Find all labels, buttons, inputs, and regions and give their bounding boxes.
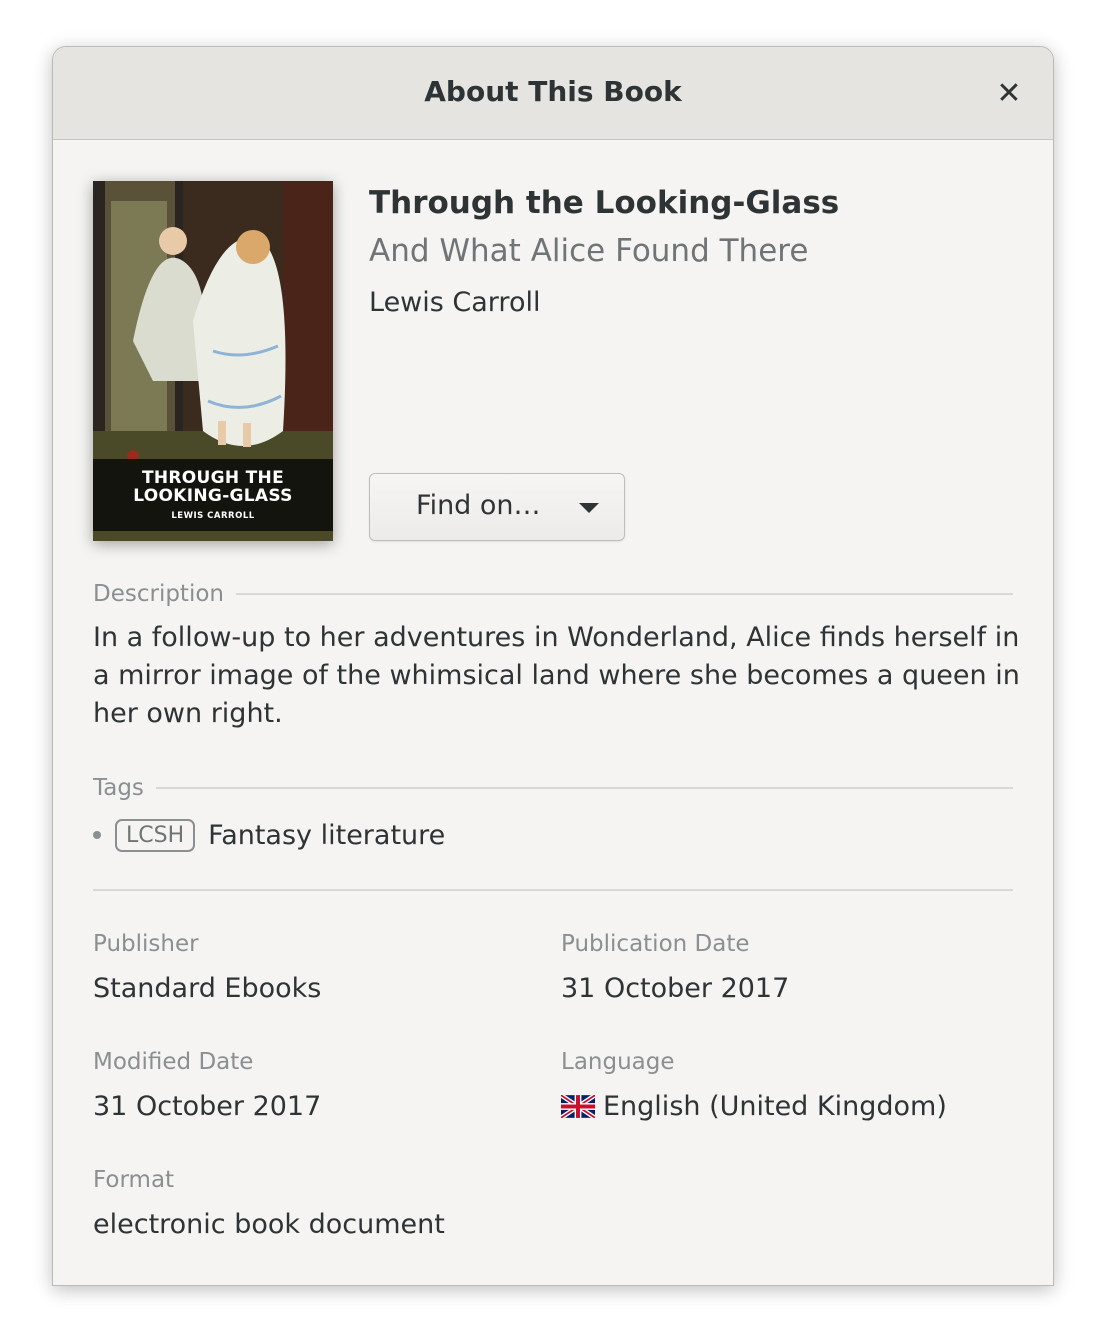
- format-value: electronic book document: [93, 1209, 445, 1240]
- close-icon: ✕: [996, 75, 1022, 111]
- modified-date-value: 31 October 2017: [93, 1091, 322, 1122]
- find-on-label: Find on…: [416, 490, 541, 521]
- tags-label: Tags: [93, 775, 144, 801]
- header-bar: About This Book ✕: [53, 47, 1053, 140]
- description-label: Description: [93, 581, 224, 607]
- language-value: English (United Kingdom): [603, 1091, 947, 1122]
- bullet-icon: [93, 831, 101, 839]
- format-label: Format: [93, 1167, 175, 1193]
- close-button[interactable]: ✕: [987, 71, 1031, 115]
- chevron-down-icon: [579, 503, 599, 513]
- description-rule: [236, 593, 1013, 595]
- book-subtitle: And What Alice Found There: [369, 233, 809, 269]
- publication-date-value: 31 October 2017: [561, 973, 790, 1004]
- tags-header: Tags: [93, 773, 1013, 803]
- divider: [93, 889, 1013, 891]
- cover-title: THROUGH THE LOOKING-GLASS: [133, 468, 293, 506]
- book-title: Through the Looking-Glass: [369, 185, 840, 221]
- find-on-button[interactable]: Find on…: [369, 473, 625, 541]
- description-header: Description: [93, 579, 1013, 609]
- cover-author: LEWIS CARROLL: [171, 511, 255, 521]
- description-text: In a follow-up to her adventures in Wond…: [93, 622, 1020, 729]
- tag-scheme-badge: LCSH: [115, 818, 196, 852]
- about-book-dialog: About This Book ✕ THROUGH THE LOOKING-GL…: [52, 46, 1054, 1286]
- publication-date-label: Publication Date: [561, 931, 750, 957]
- language-label: Language: [561, 1049, 675, 1075]
- language-value-row: English (United Kingdom): [561, 1091, 947, 1122]
- tags-rule: [155, 787, 1013, 789]
- publisher-label: Publisher: [93, 931, 199, 957]
- modified-date-label: Modified Date: [93, 1049, 254, 1075]
- cover-title-band: THROUGH THE LOOKING-GLASS LEWIS CARROLL: [93, 459, 333, 531]
- uk-flag-icon: [561, 1095, 595, 1118]
- tag-item: LCSH Fantasy literature: [93, 815, 445, 855]
- tag-text: Fantasy literature: [208, 819, 446, 851]
- publisher-value: Standard Ebooks: [93, 973, 322, 1004]
- book-cover: THROUGH THE LOOKING-GLASS LEWIS CARROLL: [93, 181, 333, 541]
- book-author: Lewis Carroll: [369, 287, 541, 318]
- dialog-title: About This Book: [424, 75, 682, 108]
